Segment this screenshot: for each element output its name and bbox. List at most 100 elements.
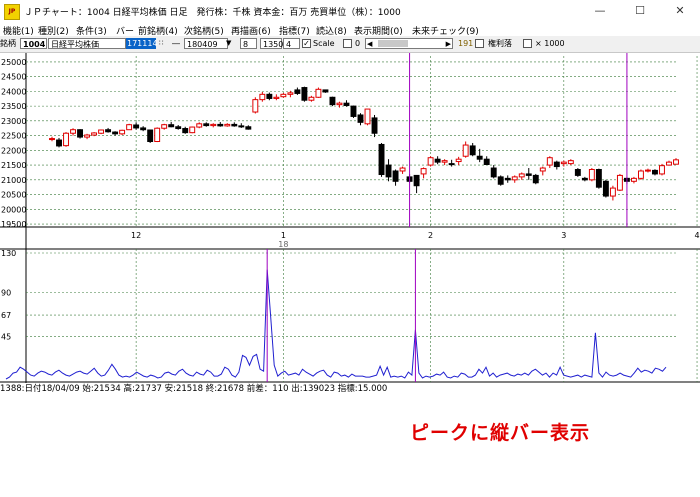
candle-body — [567, 160, 574, 165]
candle-body — [329, 96, 336, 106]
chart-svg[interactable]: 25000 24500 24000 23500 23000 22500 22000 21500… — [0, 53, 700, 383]
candle-body — [280, 93, 287, 98]
candle-body — [673, 159, 679, 165]
candle-body — [252, 99, 259, 113]
candle-body — [455, 158, 462, 163]
candle-body — [630, 177, 637, 182]
indicator-tick-label: 90 — [1, 288, 11, 297]
range-scrollbar[interactable]: ◀ ▶ — [365, 38, 453, 49]
title-bar: JP ＪＰチャート：1004 日経平均株価 日足 発行株：千株 資本金：百万 売… — [0, 0, 700, 23]
price-tick-label: 20000 — [1, 205, 26, 214]
candle-body — [161, 124, 168, 129]
candle-body — [301, 87, 308, 101]
candle-body — [105, 129, 112, 133]
candle-body — [652, 169, 658, 175]
candle-body — [119, 129, 126, 135]
price-tick-label: 24000 — [1, 87, 26, 96]
minimize-button[interactable]: — — [580, 0, 620, 22]
annotation-text: ピークに縦バー表示 — [410, 422, 591, 444]
candle-body — [70, 129, 76, 134]
candle-body — [518, 173, 525, 178]
candle-body — [189, 126, 196, 134]
candle-body — [581, 177, 588, 181]
candle-body — [259, 93, 266, 101]
candle-body — [476, 155, 483, 160]
candle-body — [504, 177, 511, 181]
year-tick-label: 18 — [278, 240, 288, 249]
stock-name-field[interactable]: 日経平均株価 — [48, 38, 126, 49]
candle-body — [126, 124, 133, 131]
candle-body — [637, 170, 644, 179]
candle-body — [378, 143, 385, 176]
zero-value: 0 — [355, 39, 361, 48]
scroll-thumb[interactable] — [378, 40, 408, 47]
price-tick-label: 21000 — [1, 176, 26, 185]
candle-body — [371, 117, 378, 134]
bar-count: 191 — [458, 39, 474, 48]
indicator-series-line — [5, 269, 667, 380]
scroll-left-icon[interactable]: ◀ — [367, 39, 372, 50]
indicator-tick-label: 130 — [1, 249, 16, 258]
candle-body — [315, 88, 322, 98]
candle-body — [217, 123, 224, 127]
candle-body — [525, 173, 532, 176]
price-tick-label: 22500 — [1, 132, 26, 141]
menu-bar: 機能(1) 種別(2) 条件(3) バー 前銘柄(4) 次銘柄(5) 再描画(6… — [0, 22, 700, 37]
candle-body — [427, 157, 434, 166]
candle-body — [336, 102, 343, 106]
candle-body — [175, 126, 182, 130]
candle-body — [357, 114, 364, 123]
status-bar: 1388:日付18/04/09 始:21534 高:21737 安:21518 … — [0, 384, 388, 394]
indicator-tick-label: 67 — [1, 311, 11, 320]
candle-body — [413, 174, 420, 187]
candle-body — [140, 127, 147, 131]
candle-body — [392, 170, 399, 182]
candle-body — [231, 123, 238, 127]
candle-body — [539, 167, 546, 172]
candle-body — [98, 129, 105, 134]
date-separator: ― — [172, 39, 180, 48]
candle-body — [602, 180, 609, 197]
x1000-checkbox[interactable] — [523, 39, 532, 48]
date-spin-icon[interactable]: ∷ — [159, 38, 168, 49]
candle-body — [147, 129, 154, 142]
candle-body — [399, 167, 406, 172]
candle-body — [434, 158, 441, 163]
candle-body — [666, 161, 672, 166]
candle-body — [659, 165, 665, 175]
candle-body — [273, 96, 280, 99]
end-date-select[interactable]: 180409 — [184, 38, 228, 49]
price-tick-label: 25000 — [1, 58, 26, 67]
candle-body — [168, 124, 175, 128]
toolbar: 銘柄 1004 日経平均株価 171114 ∷ ― 180409 ▼ 8 135… — [0, 36, 700, 53]
scroll-right-icon[interactable]: ▶ — [446, 39, 451, 50]
candle-body — [112, 131, 119, 135]
x1000-label: × 1000 — [535, 39, 565, 48]
param-c-field[interactable]: 4 — [283, 38, 300, 49]
month-tick-label: 12 — [131, 231, 141, 240]
candle-body — [469, 145, 476, 156]
candle-body — [238, 125, 245, 128]
param-b-field[interactable]: 1350 — [260, 38, 283, 49]
candle-body — [497, 176, 504, 185]
candle-body — [595, 169, 602, 188]
stock-label: 銘柄 — [0, 39, 16, 48]
candle-body — [483, 158, 490, 165]
rights-checkbox[interactable] — [475, 39, 484, 48]
candle-body — [588, 169, 595, 181]
maximize-button[interactable]: ☐ — [620, 0, 660, 22]
param-a-field[interactable]: 8 — [240, 38, 257, 49]
candle-body — [560, 161, 567, 165]
indicator-tick-label: 45 — [1, 333, 11, 342]
chevron-down-icon[interactable]: ▼ — [226, 38, 236, 49]
stock-code-field[interactable]: 1004 — [20, 38, 47, 49]
zero-checkbox[interactable] — [343, 39, 352, 48]
candle-body — [546, 157, 553, 166]
candle-body — [133, 124, 140, 129]
candle-body — [350, 105, 357, 117]
candle-body — [203, 123, 210, 127]
scale-checkbox[interactable]: ✓ — [302, 39, 311, 48]
start-date-field[interactable]: 171114 — [126, 38, 158, 49]
candle-body — [224, 123, 231, 127]
close-button[interactable]: ✕ — [660, 0, 700, 22]
